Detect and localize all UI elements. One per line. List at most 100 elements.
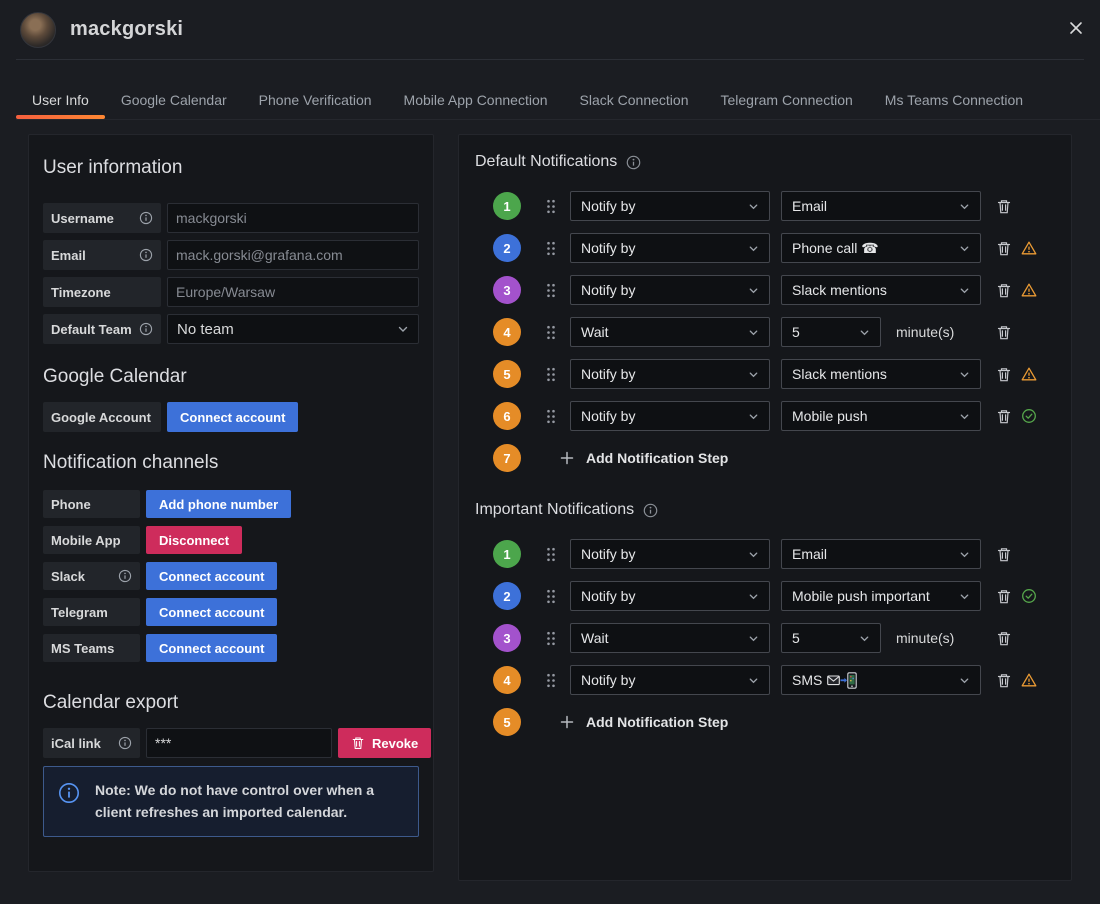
chevron-down-icon (960, 413, 969, 419)
notification-channels-title: Notification channels (43, 452, 219, 473)
tab-slack-connection[interactable]: Slack Connection (564, 84, 705, 119)
chevron-down-icon (749, 551, 758, 557)
step-action-select[interactable]: Notify by (570, 539, 770, 569)
telegram-label: Telegram (43, 598, 140, 626)
step-channel-select[interactable]: Slack mentions (781, 359, 981, 389)
delete-step-button[interactable] (995, 670, 1013, 690)
step-action-select[interactable]: Notify by (570, 401, 770, 431)
connect-slack-button[interactable]: Connect account (146, 562, 278, 590)
step-channel-select[interactable]: Mobile push important (781, 581, 981, 611)
step-channel-select[interactable]: SMS (781, 665, 981, 695)
close-icon[interactable] (1062, 14, 1090, 42)
step-number-badge: 5 (493, 360, 521, 388)
drag-handle-icon[interactable] (546, 631, 556, 646)
delete-step-button[interactable] (995, 406, 1013, 426)
avatar (20, 11, 56, 48)
trash-icon (997, 547, 1011, 561)
delete-step-button[interactable] (995, 238, 1013, 258)
add-notification-step-button[interactable]: Add Notification Step (560, 714, 728, 730)
drag-handle-icon[interactable] (546, 241, 556, 256)
info-icon (139, 322, 153, 336)
disconnect-mobile-app-button[interactable]: Disconnect (146, 526, 243, 554)
email-field[interactable] (167, 240, 419, 270)
step-number-badge: 7 (493, 444, 521, 472)
email-label: Email (43, 240, 161, 270)
trash-icon (997, 673, 1011, 687)
connect-google-account-button[interactable]: Connect account (167, 402, 299, 432)
delete-step-button[interactable] (995, 544, 1013, 564)
drag-handle-icon[interactable] (546, 283, 556, 298)
add-phone-number-button[interactable]: Add phone number (146, 490, 292, 518)
tab-phone-verification[interactable]: Phone Verification (243, 84, 388, 119)
info-icon (118, 569, 132, 583)
step-number-badge: 2 (493, 582, 521, 610)
step-action-select[interactable]: Notify by (570, 233, 770, 263)
tab-mobile-app-connection[interactable]: Mobile App Connection (388, 84, 564, 119)
step-channel-select[interactable]: Slack mentions (781, 275, 981, 305)
tab-google-calendar[interactable]: Google Calendar (105, 84, 243, 119)
phone-label: Phone (43, 490, 140, 518)
add-step-row: 5 Add Notification Step (475, 707, 1055, 737)
add-notification-step-button[interactable]: Add Notification Step (560, 450, 728, 466)
ical-link-input[interactable] (146, 728, 332, 758)
revoke-button[interactable]: Revoke (338, 728, 432, 758)
notification-step-row: 1 Notify by Email (475, 539, 1055, 569)
tab-telegram-connection[interactable]: Telegram Connection (704, 84, 868, 119)
chevron-down-icon (749, 677, 758, 683)
drag-handle-icon[interactable] (546, 673, 556, 688)
modal-header: mackgorski (16, 0, 1084, 60)
trash-icon (997, 631, 1011, 645)
slack-label: Slack (43, 562, 140, 590)
drag-handle-icon[interactable] (546, 589, 556, 604)
plus-icon (560, 715, 574, 729)
trash-icon (997, 409, 1011, 423)
step-number-badge: 2 (493, 234, 521, 262)
delete-step-button[interactable] (995, 586, 1013, 606)
step-action-select[interactable]: Notify by (570, 665, 770, 695)
drag-handle-icon[interactable] (546, 199, 556, 214)
add-step-row: 7 Add Notification Step (475, 443, 1055, 473)
tab-ms-teams-connection[interactable]: Ms Teams Connection (869, 84, 1039, 119)
step-action-select[interactable]: Wait (570, 623, 770, 653)
step-action-select[interactable]: Notify by (570, 581, 770, 611)
step-number-badge: 3 (493, 276, 521, 304)
connect-telegram-button[interactable]: Connect account (146, 598, 278, 626)
delete-step-button[interactable] (995, 364, 1013, 384)
delete-step-button[interactable] (995, 280, 1013, 300)
ms-teams-channel-row: MS Teams Connect account (43, 634, 419, 662)
timezone-input[interactable] (167, 277, 419, 307)
chevron-down-icon (398, 326, 408, 332)
step-action-select[interactable]: Notify by (570, 359, 770, 389)
step-channel-select[interactable]: Email (781, 191, 981, 221)
wait-duration-select[interactable]: 5 (781, 623, 881, 653)
drag-handle-icon[interactable] (546, 367, 556, 382)
step-channel-select[interactable]: Mobile push (781, 401, 981, 431)
drag-handle-icon[interactable] (546, 547, 556, 562)
delete-step-button[interactable] (995, 196, 1013, 216)
wait-duration-select[interactable]: 5 (781, 317, 881, 347)
chevron-down-icon (749, 203, 758, 209)
google-account-label: Google Account (43, 402, 161, 432)
chevron-down-icon (960, 203, 969, 209)
step-channel-select[interactable]: Email (781, 539, 981, 569)
drag-handle-icon[interactable] (546, 325, 556, 340)
warning-icon (1021, 366, 1037, 382)
connect-ms-teams-button[interactable]: Connect account (146, 634, 278, 662)
warning-icon (1021, 282, 1037, 298)
ical-link-row: iCal link Revoke (43, 728, 432, 758)
username-input[interactable] (167, 203, 419, 233)
step-action-select[interactable]: Notify by (570, 275, 770, 305)
delete-step-button[interactable] (995, 628, 1013, 648)
step-channel-select[interactable]: Phone call ☎ (781, 233, 981, 263)
chevron-down-icon (749, 287, 758, 293)
step-action-select[interactable]: Wait (570, 317, 770, 347)
default-notifications-title: Default Notifications (475, 153, 1055, 171)
step-action-select[interactable]: Notify by (570, 191, 770, 221)
mobile-app-label: Mobile App (43, 526, 140, 554)
delete-step-button[interactable] (995, 322, 1013, 342)
chevron-down-icon (749, 245, 758, 251)
drag-handle-icon[interactable] (546, 409, 556, 424)
important-notifications-title: Important Notifications (475, 501, 1055, 519)
tab-user-info[interactable]: User Info (16, 84, 105, 119)
default-team-select[interactable]: No team (167, 314, 419, 344)
